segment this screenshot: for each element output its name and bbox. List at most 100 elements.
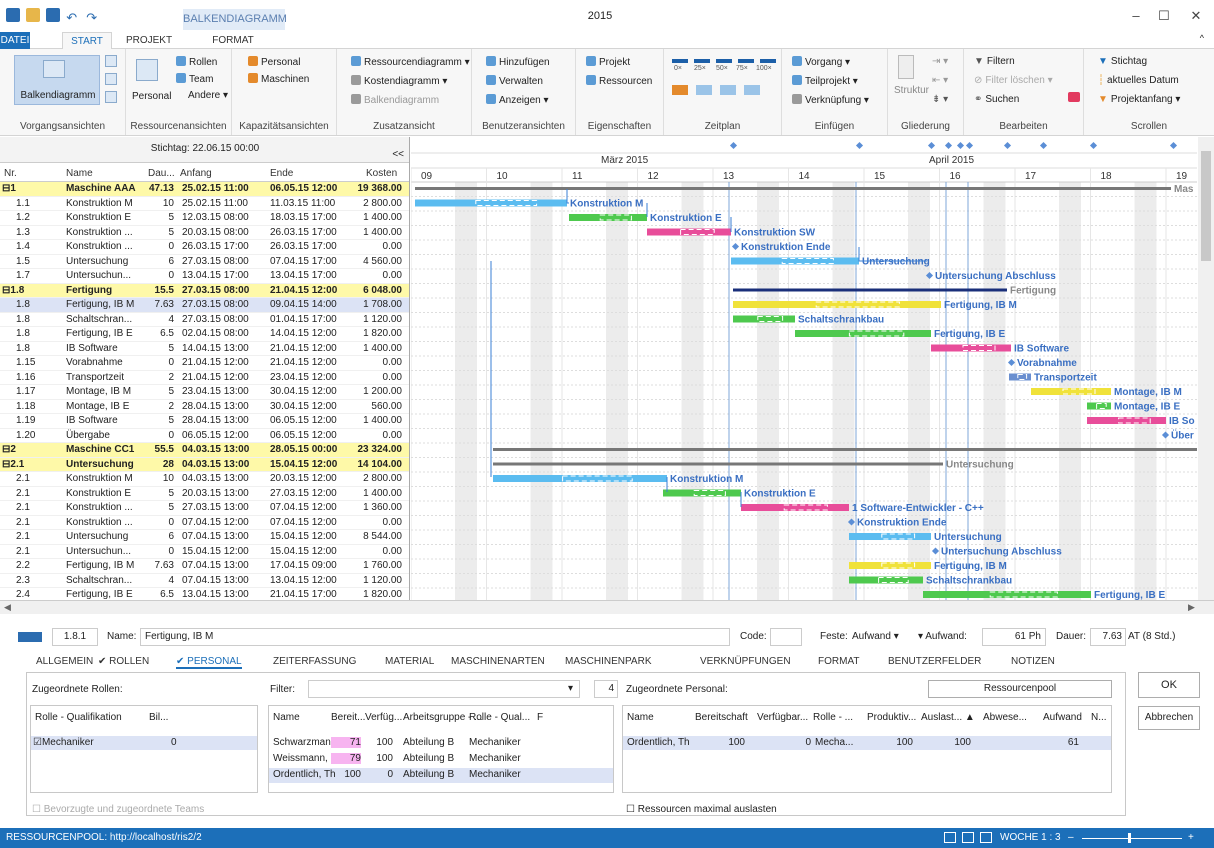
detail-tab[interactable]: MATERIAL — [385, 656, 434, 667]
task-row[interactable]: 1.8 Fertigung, IB E 6.5 02.04.15 08:00 14.04… — [0, 327, 409, 342]
summary-bar[interactable] — [733, 288, 1007, 292]
zoom-100-button[interactable]: 100× — [756, 65, 772, 72]
projektanfang-button[interactable]: ▼ Projektanfang ▾ — [1098, 94, 1180, 105]
col-anfang[interactable]: Anfang — [180, 168, 212, 179]
summary-row[interactable]: ⊟2.1 Untersuchung 28 04.03.15 13:00 15.04.15… — [0, 457, 409, 472]
task-row[interactable]: 1.3 Konstruktion ... 5 20.03.15 08:00 26.03.… — [0, 226, 409, 240]
color-swatch[interactable] — [18, 632, 42, 642]
task-row[interactable]: 1.20 Übergabe 0 06.05.15 12:00 06.05.15 12:0… — [0, 429, 409, 443]
schedule-icon[interactable] — [720, 85, 736, 95]
schedule-icon[interactable] — [744, 85, 760, 95]
schedule-icon[interactable] — [672, 85, 688, 95]
task-row[interactable]: 2.1 Untersuchung 6 07.04.15 13:00 15.04.15 1… — [0, 530, 409, 545]
task-row[interactable]: 1.4 Konstruktion ... 0 26.03.15 17:00 26.03.… — [0, 240, 409, 255]
ressourcenpool-button[interactable]: Ressourcenpool — [928, 680, 1112, 698]
assigned-col[interactable]: N... — [1091, 712, 1107, 723]
struktur-icon[interactable] — [898, 55, 914, 79]
feste-select[interactable]: Aufwand ▾ — [852, 631, 899, 642]
assigned-col[interactable]: Rolle - ... — [813, 712, 853, 723]
task-row[interactable]: 1.17 Montage, IB M 5 23.04.15 13:00 30.04.15… — [0, 385, 409, 400]
task-row[interactable]: 2.4 Fertigung, IB E 6.5 13.04.15 13:00 21.04… — [0, 588, 409, 600]
task-row[interactable]: 1.1 Konstruktion M 10 25.02.15 11:00 11.03.1… — [0, 197, 409, 211]
cancel-button[interactable]: Abbrechen — [1138, 706, 1200, 730]
scroll-left-icon[interactable]: ◀ — [4, 602, 11, 613]
ressourcen-properties-button[interactable]: Ressourcen — [586, 75, 652, 87]
col-nr[interactable]: Nr. — [4, 168, 17, 179]
minimize-button[interactable]: – — [1124, 8, 1148, 23]
suchen-button[interactable]: ⚭ Suchen — [974, 94, 1019, 105]
personnel-row[interactable]: Weissmann, Uwe79 100 Abteilung B Mechaniker — [269, 752, 613, 767]
personnel-col[interactable]: Verfüg... — [365, 712, 402, 723]
detail-tab[interactable]: FORMAT — [818, 656, 859, 667]
detail-tab[interactable]: ZEITERFASSUNG — [273, 656, 356, 667]
personnel-col[interactable]: Rolle - Qual... — [469, 712, 530, 723]
assigned-col[interactable]: Produktiv... — [867, 712, 916, 723]
roles-row[interactable]: ☑Mechaniker 0 — [31, 736, 257, 750]
zoom-in-icon[interactable]: + — [1188, 828, 1194, 848]
detail-tab[interactable]: NOTIZEN — [1011, 656, 1055, 667]
zoom-slider-thumb[interactable] — [1128, 833, 1131, 843]
balkendiagramm-button[interactable]: Balkendiagramm — [14, 55, 100, 105]
personnel-col[interactable]: Bereit... — [331, 712, 365, 723]
task-row[interactable]: 1.8 Schaltschran... 4 27.03.15 08:00 01.04.1… — [0, 313, 409, 327]
collapse-grid-button[interactable]: << — [392, 143, 404, 167]
assigned-row[interactable]: Ordentlich, Th 100 0 Mecha... 100 100 61 — [623, 736, 1111, 750]
personal-view-icon[interactable] — [136, 59, 158, 81]
teilprojekt-button[interactable]: Teilprojekt ▾ — [792, 75, 858, 87]
zoom-out-icon[interactable]: – — [1068, 828, 1074, 848]
detail-tab[interactable]: ✔ ROLLEN — [98, 656, 149, 667]
personnel-row[interactable]: Schwarzmann, Nik71 100 Abteilung B Mechanik… — [269, 736, 613, 751]
assigned-table[interactable]: Name Bereitschaft Verfügbar... Rolle - ... P… — [622, 705, 1112, 793]
undo-icon[interactable]: ↶ — [66, 11, 80, 28]
assigned-col[interactable]: Bereitschaft — [695, 712, 748, 723]
task-row[interactable]: 2.1 Konstruktion ... 5 27.03.15 13:00 07.04.… — [0, 501, 409, 516]
zoom-50-button[interactable]: 50× — [716, 65, 728, 72]
tab-projekt[interactable]: PROJEKT — [124, 32, 174, 49]
anzeigen-button[interactable]: Anzeigen ▾ — [486, 94, 549, 106]
tab-format[interactable]: FORMAT — [208, 32, 258, 49]
view-table-icon[interactable] — [980, 832, 992, 843]
max-auslasten-checkbox[interactable]: ☐ Ressourcen maximal auslasten — [626, 804, 777, 815]
schedule-icon[interactable] — [696, 85, 712, 95]
view-small-icon[interactable] — [105, 73, 117, 85]
vorgang-button[interactable]: Vorgang ▾ — [792, 56, 850, 68]
tab-datei[interactable]: DATEI — [0, 32, 30, 49]
filter-loeschen-button[interactable]: ⊘ Filter löschen ▾ — [974, 75, 1053, 86]
vertical-scrollbar[interactable] — [1198, 137, 1214, 600]
zusatz-balkendiagramm-button[interactable]: Balkendiagramm — [351, 94, 439, 106]
col-ende[interactable]: Ende — [270, 168, 293, 179]
milestone[interactable] — [1007, 358, 1016, 367]
personnel-table[interactable]: Name Bereit... Verfüg... Arbeitsgruppe - ..… — [268, 705, 614, 793]
hinzufuegen-button[interactable]: Hinzufügen — [486, 56, 550, 68]
filtern-button[interactable]: ▼ Filtern — [974, 56, 1015, 67]
zoom-0-button[interactable]: 0× — [674, 65, 682, 72]
assigned-col[interactable]: Verfügbar... — [757, 712, 808, 723]
open-icon[interactable] — [26, 8, 41, 22]
task-row[interactable]: 1.5 Untersuchung 6 27.03.15 08:00 07.04.15 1… — [0, 255, 409, 269]
milestone[interactable] — [1161, 431, 1170, 439]
task-row[interactable]: 2.1 Konstruktion M 10 04.03.15 13:00 20.03.1… — [0, 472, 409, 487]
milestone[interactable] — [731, 242, 740, 251]
collapse-ribbon-icon[interactable]: ^ — [1200, 33, 1204, 43]
detail-tab[interactable]: ALLGEMEIN — [36, 656, 93, 667]
assigned-col[interactable]: Abwese... — [983, 712, 1027, 723]
verwalten-button[interactable]: Verwalten — [486, 75, 543, 87]
zoom-75-button[interactable]: 75× — [736, 65, 748, 72]
view-layout-icon[interactable] — [962, 832, 974, 843]
aufwand-input[interactable]: 61 Ph — [982, 628, 1046, 646]
summary-bar[interactable] — [493, 462, 943, 466]
dauer-input[interactable]: 7.63 — [1090, 628, 1126, 646]
task-row[interactable]: 2.1 Konstruktion ... 0 07.04.15 12:00 07.04.… — [0, 516, 409, 530]
summary-row[interactable]: ⊟2 Maschine CC1 55.5 04.03.15 13:00 28.05.15… — [0, 443, 409, 458]
filter-select[interactable]: ▾ — [308, 680, 580, 698]
kap-personal-button[interactable]: Personal — [248, 56, 300, 68]
tab-start[interactable]: START — [62, 32, 112, 49]
andere-button[interactable]: Andere ▾ — [188, 90, 228, 101]
summary-bar[interactable] — [415, 187, 1171, 190]
personnel-col[interactable]: Name — [273, 712, 300, 723]
aktuelles-datum-button[interactable]: ┆ aktuelles Datum — [1098, 75, 1179, 86]
task-row[interactable]: 2.1 Untersuchun... 0 15.04.15 12:00 15.04.15… — [0, 545, 409, 559]
projekt-properties-button[interactable]: Projekt — [586, 56, 630, 68]
scroll-thumb[interactable] — [1201, 151, 1211, 261]
stichtag-button[interactable]: ▼ Stichtag — [1098, 56, 1147, 67]
